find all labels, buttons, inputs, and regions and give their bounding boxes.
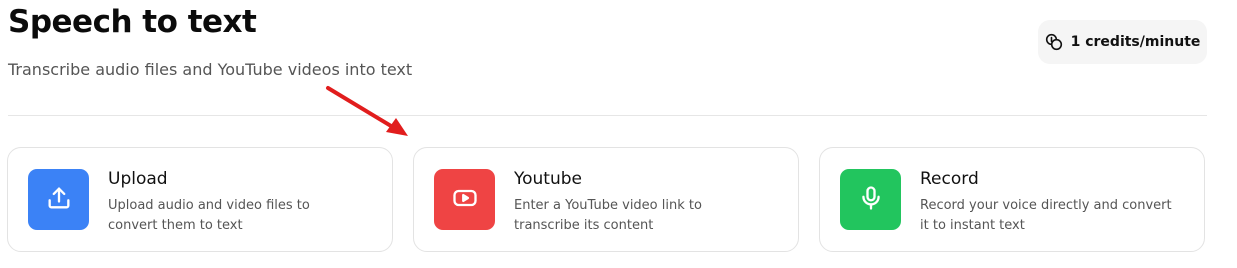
divider xyxy=(8,115,1207,116)
upload-card-title: Upload xyxy=(108,169,168,189)
credits-badge: 1 credits/minute xyxy=(1038,20,1207,64)
youtube-icon-tile xyxy=(434,169,495,230)
youtube-icon xyxy=(451,184,479,216)
speech-to-text-page: Speech to text Transcribe audio files an… xyxy=(0,0,1237,268)
microphone-icon xyxy=(857,184,885,216)
youtube-card-description: Enter a YouTube video link to transcribe… xyxy=(514,198,702,233)
annotation-arrow xyxy=(326,86,408,136)
record-card-text: Record Record your voice directly and co… xyxy=(920,169,1175,236)
upload-icon xyxy=(45,184,73,216)
upload-card-text: Upload Upload audio and video files to c… xyxy=(108,169,363,236)
microphone-icon-tile xyxy=(840,169,901,230)
credits-label: 1 credits/minute xyxy=(1070,34,1201,50)
page-subtitle: Transcribe audio files and YouTube video… xyxy=(8,60,413,79)
page-title: Speech to text xyxy=(8,4,257,40)
record-card-description: Record your voice directly and convert i… xyxy=(920,198,1172,233)
upload-card[interactable]: Upload Upload audio and video files to c… xyxy=(7,147,393,252)
option-cards: Upload Upload audio and video files to c… xyxy=(7,147,1207,252)
youtube-card-text: Youtube Enter a YouTube video link to tr… xyxy=(514,169,769,236)
youtube-card[interactable]: Youtube Enter a YouTube video link to tr… xyxy=(413,147,799,252)
record-card-title: Record xyxy=(920,169,979,189)
upload-card-description: Upload audio and video files to convert … xyxy=(108,198,310,233)
coins-icon xyxy=(1045,33,1063,51)
youtube-card-title: Youtube xyxy=(514,169,582,189)
record-card[interactable]: Record Record your voice directly and co… xyxy=(819,147,1205,252)
upload-icon-tile xyxy=(28,169,89,230)
